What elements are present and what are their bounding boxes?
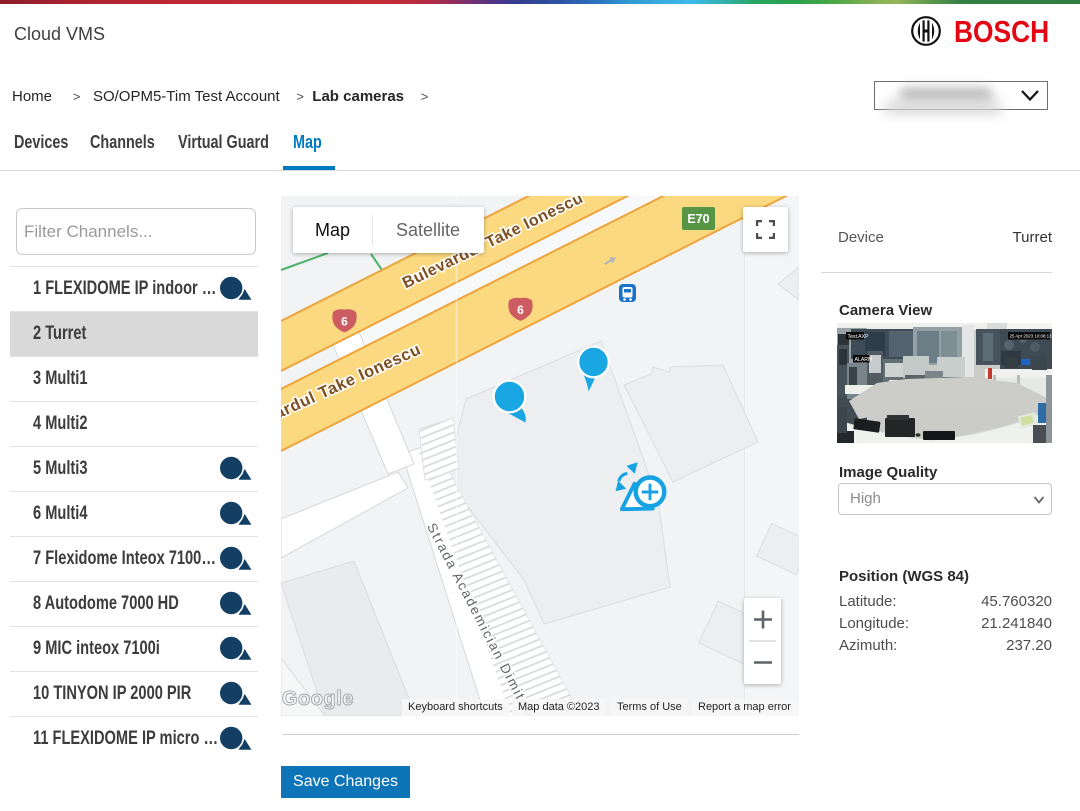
svg-text:Test AXP: Test AXP [848,334,870,340]
svg-text:6: 6 [517,303,524,317]
svg-text:ALARM: ALARM [855,357,873,363]
svg-text:25 Apr 2023 10:08:13: 25 Apr 2023 10:08:13 [1010,333,1053,338]
svg-text:E70: E70 [687,212,709,226]
svg-text:6: 6 [341,315,348,329]
